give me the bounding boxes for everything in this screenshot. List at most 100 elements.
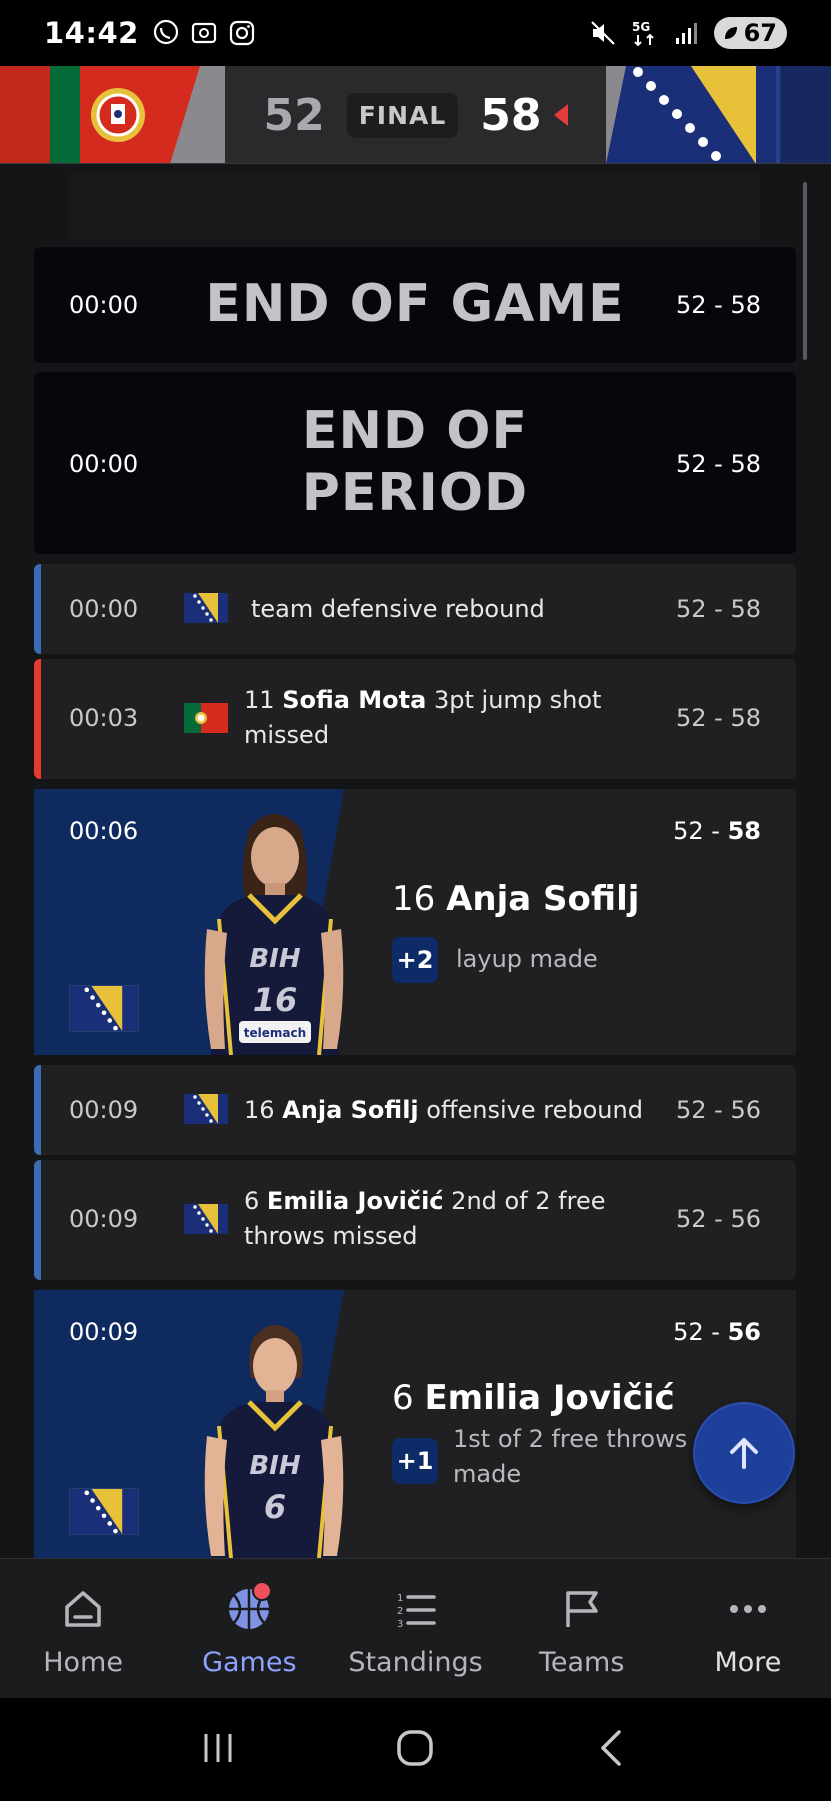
play-description: layup made [456, 945, 598, 973]
play-action: 1st of 2 free throws [453, 1425, 688, 1453]
featured-player-name[interactable]: 6 Emilia Jovičić [392, 1378, 675, 1418]
play-score: 52 - 56 [676, 1205, 761, 1233]
featured-player-name[interactable]: 16 Anja Sofilj [392, 879, 639, 919]
play-time: 00:03 [69, 704, 139, 732]
play-score: 52 - 58 [676, 291, 761, 319]
nav-label: Games [202, 1647, 297, 1678]
points-badge: +2 [392, 937, 438, 983]
play-action-cont: made [453, 1460, 522, 1488]
list-icon: 1 2 3 [392, 1585, 440, 1633]
team-accent-bar [34, 1065, 41, 1155]
play-action: 3pt jump shot [433, 686, 602, 714]
back-button[interactable] [593, 1728, 633, 1772]
feed-scrollbar[interactable] [803, 182, 807, 360]
end-of-period-line2: PERIOD [301, 463, 529, 523]
jersey-text: BIH [249, 1451, 300, 1481]
jersey-number: 16 [244, 1096, 275, 1124]
svg-text:2: 2 [397, 1606, 403, 1617]
nav-home[interactable]: Home [0, 1559, 166, 1698]
arrow-up-icon [730, 1438, 758, 1469]
play-row[interactable]: 00:09 6 Emilia Jovičić 2nd of 2 free thr… [34, 1160, 796, 1280]
scroll-to-top-button[interactable] [693, 1402, 795, 1504]
clock: 14:42 [44, 16, 139, 50]
mute-icon [588, 18, 618, 48]
battery-level: 67 [743, 19, 777, 47]
play-action: offensive rebound [426, 1096, 643, 1124]
play-row[interactable]: 00:03 11 Sofia Mota 3pt jump shot missed… [34, 659, 796, 779]
points-badge: +1 [392, 1438, 438, 1484]
nav-teams[interactable]: Teams [499, 1559, 665, 1698]
nav-label: Home [43, 1647, 123, 1678]
bosnia-flag-icon [184, 1094, 228, 1124]
status-bar: 14:42 5G 67 [0, 0, 831, 66]
team-accent-bar [34, 1160, 41, 1280]
nav-more[interactable]: More [665, 1559, 831, 1698]
bottom-navigation: Home Games 1 2 3 Standings Teams More [0, 1558, 831, 1698]
portugal-flag-icon [184, 703, 228, 733]
away-score: 52 [263, 89, 325, 141]
score-prefix: 52 - [673, 1318, 728, 1346]
feed-header-shadow [68, 174, 760, 240]
play-action-cont: throws missed [244, 1222, 418, 1250]
play-score: 52 - 58 [676, 595, 761, 623]
nav-games[interactable]: Games [166, 1559, 332, 1698]
nav-label: Standings [348, 1647, 483, 1678]
nav-standings[interactable]: 1 2 3 Standings [332, 1559, 498, 1698]
team-accent-bar [34, 659, 41, 779]
play-row[interactable]: 00:09 16 Anja Sofilj offensive rebound 5… [34, 1065, 796, 1155]
team-accent-bar [34, 564, 41, 654]
play-description: 16 Anja Sofilj offensive rebound [244, 1093, 666, 1128]
jersey-number: 11 [244, 686, 275, 714]
player-name[interactable]: Anja Sofilj [282, 1096, 418, 1124]
player-name[interactable]: Emilia Jovičić [267, 1187, 444, 1215]
jersey-text: BIH [249, 944, 300, 974]
score-prefix: 52 - [673, 817, 728, 845]
player-photo: BIH 16 telemach [204, 814, 344, 1055]
winner-indicator-icon [553, 104, 568, 126]
recent-apps-button[interactable] [198, 1728, 238, 1772]
svg-text:1: 1 [397, 1593, 403, 1604]
home-system-button[interactable] [393, 1726, 437, 1774]
play-score: 52 - 58 [673, 817, 761, 845]
play-row[interactable]: 00:00 team defensive rebound 52 - 58 [34, 564, 796, 654]
end-of-period-card: 00:00 END OF PERIOD 52 - 58 [34, 372, 796, 554]
flag-icon [558, 1585, 606, 1633]
play-by-play-feed[interactable]: 00:00 END OF GAME 52 - 58 00:00 END OF P… [0, 164, 831, 1558]
jersey-sponsor: telemach [244, 1026, 306, 1040]
player-name: Emilia Jovičić [424, 1378, 675, 1418]
svg-text:5G: 5G [632, 20, 650, 34]
play-description: team defensive rebound [251, 595, 545, 623]
player-name: Anja Sofilj [446, 879, 640, 919]
bosnia-flag [606, 66, 831, 163]
end-of-period-line1: END OF [301, 401, 529, 461]
featured-play-card[interactable]: 00:09 52 - 56 BIH 6 6 Emilia Jovičić +1 … [34, 1290, 796, 1558]
play-time: 00:09 [69, 1096, 139, 1124]
bosnia-flag-icon [184, 1204, 228, 1234]
end-of-period-title: END OF PERIOD [184, 400, 646, 524]
play-score: 52 - 58 [676, 450, 761, 478]
jersey-number-print: 16 [253, 981, 298, 1019]
portugal-flag [0, 66, 225, 163]
home-score: 58 [480, 89, 542, 141]
featured-play-card[interactable]: 00:06 52 - 58 BIH 16 telemach 16 Anja So… [34, 789, 796, 1055]
jersey-number-print: 6 [264, 1488, 286, 1526]
back-chevron-icon [601, 1729, 621, 1766]
game-status-badge: FINAL [346, 92, 459, 138]
play-time: 00:09 [69, 1205, 139, 1233]
score-display: 52 FINAL 58 [225, 66, 606, 163]
viber-icon [151, 18, 181, 48]
play-description: 11 Sofia Mota 3pt jump shot missed [244, 683, 646, 753]
leaf-icon [724, 27, 737, 39]
player-name[interactable]: Sofia Mota [282, 686, 426, 714]
play-score: 52 - 58 [676, 704, 761, 732]
play-action-cont: missed [244, 721, 330, 749]
nav-label: More [714, 1647, 782, 1678]
player-photo: BIH 6 [204, 1325, 344, 1558]
score-header[interactable]: 52 FINAL 58 [0, 66, 831, 164]
jersey-number: 6 [244, 1187, 260, 1215]
end-of-game-card: 00:00 END OF GAME 52 - 58 [34, 247, 796, 363]
score-updated: 56 [727, 1318, 761, 1346]
home-icon [59, 1585, 107, 1633]
play-time: 00:06 [69, 817, 139, 845]
nav-label: Teams [538, 1647, 625, 1678]
